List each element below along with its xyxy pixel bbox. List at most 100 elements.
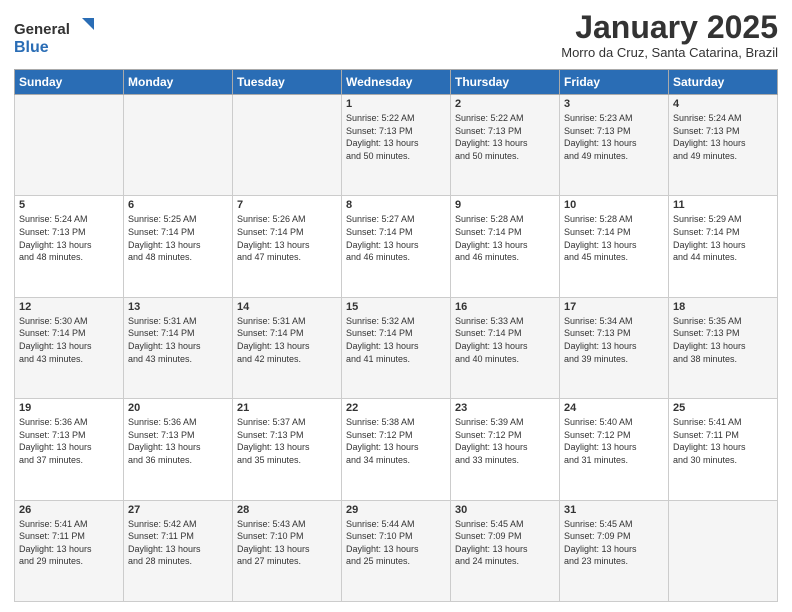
day-number: 13 — [128, 301, 228, 313]
day-number: 9 — [455, 199, 555, 211]
day-number: 16 — [455, 301, 555, 313]
month-title: January 2025 — [561, 10, 778, 45]
day-info: Sunrise: 5:40 AM Sunset: 7:12 PM Dayligh… — [564, 416, 664, 466]
day-info: Sunrise: 5:26 AM Sunset: 7:14 PM Dayligh… — [237, 213, 337, 263]
day-info: Sunrise: 5:25 AM Sunset: 7:14 PM Dayligh… — [128, 213, 228, 263]
calendar-cell: 18 Sunrise: 5:35 AM Sunset: 7:13 PM Dayli… — [669, 297, 778, 398]
day-number: 7 — [237, 199, 337, 211]
logo-svg: General Blue — [14, 14, 104, 58]
day-info: Sunrise: 5:43 AM Sunset: 7:10 PM Dayligh… — [237, 518, 337, 568]
calendar-cell: 21 Sunrise: 5:37 AM Sunset: 7:13 PM Dayli… — [233, 399, 342, 500]
day-number: 1 — [346, 98, 446, 110]
day-info: Sunrise: 5:44 AM Sunset: 7:10 PM Dayligh… — [346, 518, 446, 568]
day-info: Sunrise: 5:33 AM Sunset: 7:14 PM Dayligh… — [455, 315, 555, 365]
logo: General Blue — [14, 14, 104, 63]
week-row-1: 5Sunrise: 5:24 AM Sunset: 7:13 PM Daylig… — [15, 196, 778, 297]
calendar-cell: 4Sunrise: 5:24 AM Sunset: 7:13 PM Daylig… — [669, 95, 778, 196]
header-tuesday: Tuesday — [233, 70, 342, 95]
day-number: 21 — [237, 402, 337, 414]
calendar-cell: 23 Sunrise: 5:39 AM Sunset: 7:12 PM Dayli… — [451, 399, 560, 500]
week-row-2: 12Sunrise: 5:30 AM Sunset: 7:14 PM Dayli… — [15, 297, 778, 398]
day-number: 23 — [455, 402, 555, 414]
header: General Blue January 2025 Morro da Cruz,… — [14, 10, 778, 63]
calendar-cell: 13 Sunrise: 5:31 AM Sunset: 7:14 PM Dayli… — [124, 297, 233, 398]
day-info: Sunrise: 5:31 AM Sunset: 7:14 PM Dayligh… — [237, 315, 337, 365]
day-number: 30 — [455, 504, 555, 516]
day-info: Sunrise: 5:27 AM Sunset: 7:14 PM Dayligh… — [346, 213, 446, 263]
calendar-cell: 25Sunrise: 5:41 AM Sunset: 7:11 PM Dayli… — [669, 399, 778, 500]
day-info: Sunrise: 5:41 AM Sunset: 7:11 PM Dayligh… — [19, 518, 119, 568]
calendar-cell: 5Sunrise: 5:24 AM Sunset: 7:13 PM Daylig… — [15, 196, 124, 297]
day-number: 27 — [128, 504, 228, 516]
calendar-cell: 29 Sunrise: 5:44 AM Sunset: 7:10 PM Dayli… — [342, 500, 451, 601]
header-row: Sunday Monday Tuesday Wednesday Thursday… — [15, 70, 778, 95]
day-number: 11 — [673, 199, 773, 211]
day-number: 24 — [564, 402, 664, 414]
calendar-cell: 10 Sunrise: 5:28 AM Sunset: 7:14 PM Dayli… — [560, 196, 669, 297]
day-info: Sunrise: 5:23 AM Sunset: 7:13 PM Dayligh… — [564, 112, 664, 162]
day-number: 19 — [19, 402, 119, 414]
calendar-cell: 1Sunrise: 5:22 AM Sunset: 7:13 PM Daylig… — [342, 95, 451, 196]
calendar-cell: 9 Sunrise: 5:28 AM Sunset: 7:14 PM Daylig… — [451, 196, 560, 297]
calendar-cell: 22Sunrise: 5:38 AM Sunset: 7:12 PM Dayli… — [342, 399, 451, 500]
week-row-3: 19 Sunrise: 5:36 AM Sunset: 7:13 PM Dayli… — [15, 399, 778, 500]
svg-text:Blue: Blue — [14, 39, 49, 56]
week-row-4: 26 Sunrise: 5:41 AM Sunset: 7:11 PM Dayli… — [15, 500, 778, 601]
location: Morro da Cruz, Santa Catarina, Brazil — [561, 45, 778, 60]
calendar-cell: 27 Sunrise: 5:42 AM Sunset: 7:11 PM Dayli… — [124, 500, 233, 601]
day-number: 2 — [455, 98, 555, 110]
day-number: 29 — [346, 504, 446, 516]
day-info: Sunrise: 5:41 AM Sunset: 7:11 PM Dayligh… — [673, 416, 773, 466]
day-info: Sunrise: 5:30 AM Sunset: 7:14 PM Dayligh… — [19, 315, 119, 365]
day-number: 3 — [564, 98, 664, 110]
day-number: 20 — [128, 402, 228, 414]
calendar-cell — [669, 500, 778, 601]
header-wednesday: Wednesday — [342, 70, 451, 95]
day-info: Sunrise: 5:35 AM Sunset: 7:13 PM Dayligh… — [673, 315, 773, 365]
day-number: 26 — [19, 504, 119, 516]
calendar-cell: 20 Sunrise: 5:36 AM Sunset: 7:13 PM Dayli… — [124, 399, 233, 500]
day-info: Sunrise: 5:28 AM Sunset: 7:14 PM Dayligh… — [455, 213, 555, 263]
calendar-cell: 17Sunrise: 5:34 AM Sunset: 7:13 PM Dayli… — [560, 297, 669, 398]
day-info: Sunrise: 5:32 AM Sunset: 7:14 PM Dayligh… — [346, 315, 446, 365]
calendar-cell: 24 Sunrise: 5:40 AM Sunset: 7:12 PM Dayli… — [560, 399, 669, 500]
day-number: 28 — [237, 504, 337, 516]
day-info: Sunrise: 5:36 AM Sunset: 7:13 PM Dayligh… — [19, 416, 119, 466]
day-number: 17 — [564, 301, 664, 313]
day-info: Sunrise: 5:24 AM Sunset: 7:13 PM Dayligh… — [673, 112, 773, 162]
day-number: 10 — [564, 199, 664, 211]
day-number: 18 — [673, 301, 773, 313]
day-info: Sunrise: 5:36 AM Sunset: 7:13 PM Dayligh… — [128, 416, 228, 466]
calendar-cell: 8 Sunrise: 5:27 AM Sunset: 7:14 PM Daylig… — [342, 196, 451, 297]
calendar-cell — [15, 95, 124, 196]
calendar-cell: 12Sunrise: 5:30 AM Sunset: 7:14 PM Dayli… — [15, 297, 124, 398]
day-number: 31 — [564, 504, 664, 516]
day-info: Sunrise: 5:42 AM Sunset: 7:11 PM Dayligh… — [128, 518, 228, 568]
calendar-cell: 15 Sunrise: 5:32 AM Sunset: 7:14 PM Dayli… — [342, 297, 451, 398]
day-info: Sunrise: 5:22 AM Sunset: 7:13 PM Dayligh… — [455, 112, 555, 162]
calendar-cell: 6Sunrise: 5:25 AM Sunset: 7:14 PM Daylig… — [124, 196, 233, 297]
calendar-cell: 2 Sunrise: 5:22 AM Sunset: 7:13 PM Daylig… — [451, 95, 560, 196]
header-monday: Monday — [124, 70, 233, 95]
day-info: Sunrise: 5:31 AM Sunset: 7:14 PM Dayligh… — [128, 315, 228, 365]
title-block: January 2025 Morro da Cruz, Santa Catari… — [561, 10, 778, 60]
day-info: Sunrise: 5:37 AM Sunset: 7:13 PM Dayligh… — [237, 416, 337, 466]
calendar-cell: 3 Sunrise: 5:23 AM Sunset: 7:13 PM Daylig… — [560, 95, 669, 196]
calendar-cell: 28 Sunrise: 5:43 AM Sunset: 7:10 PM Dayli… — [233, 500, 342, 601]
day-number: 14 — [237, 301, 337, 313]
day-number: 15 — [346, 301, 446, 313]
calendar-cell: 16 Sunrise: 5:33 AM Sunset: 7:14 PM Dayli… — [451, 297, 560, 398]
day-info: Sunrise: 5:45 AM Sunset: 7:09 PM Dayligh… — [564, 518, 664, 568]
calendar-cell: 11Sunrise: 5:29 AM Sunset: 7:14 PM Dayli… — [669, 196, 778, 297]
calendar-cell: 7 Sunrise: 5:26 AM Sunset: 7:14 PM Daylig… — [233, 196, 342, 297]
day-info: Sunrise: 5:24 AM Sunset: 7:13 PM Dayligh… — [19, 213, 119, 263]
day-info: Sunrise: 5:28 AM Sunset: 7:14 PM Dayligh… — [564, 213, 664, 263]
day-info: Sunrise: 5:39 AM Sunset: 7:12 PM Dayligh… — [455, 416, 555, 466]
day-number: 22 — [346, 402, 446, 414]
svg-text:General: General — [14, 21, 70, 38]
header-saturday: Saturday — [669, 70, 778, 95]
calendar-cell — [233, 95, 342, 196]
day-number: 8 — [346, 199, 446, 211]
header-sunday: Sunday — [15, 70, 124, 95]
calendar-cell: 31 Sunrise: 5:45 AM Sunset: 7:09 PM Dayli… — [560, 500, 669, 601]
